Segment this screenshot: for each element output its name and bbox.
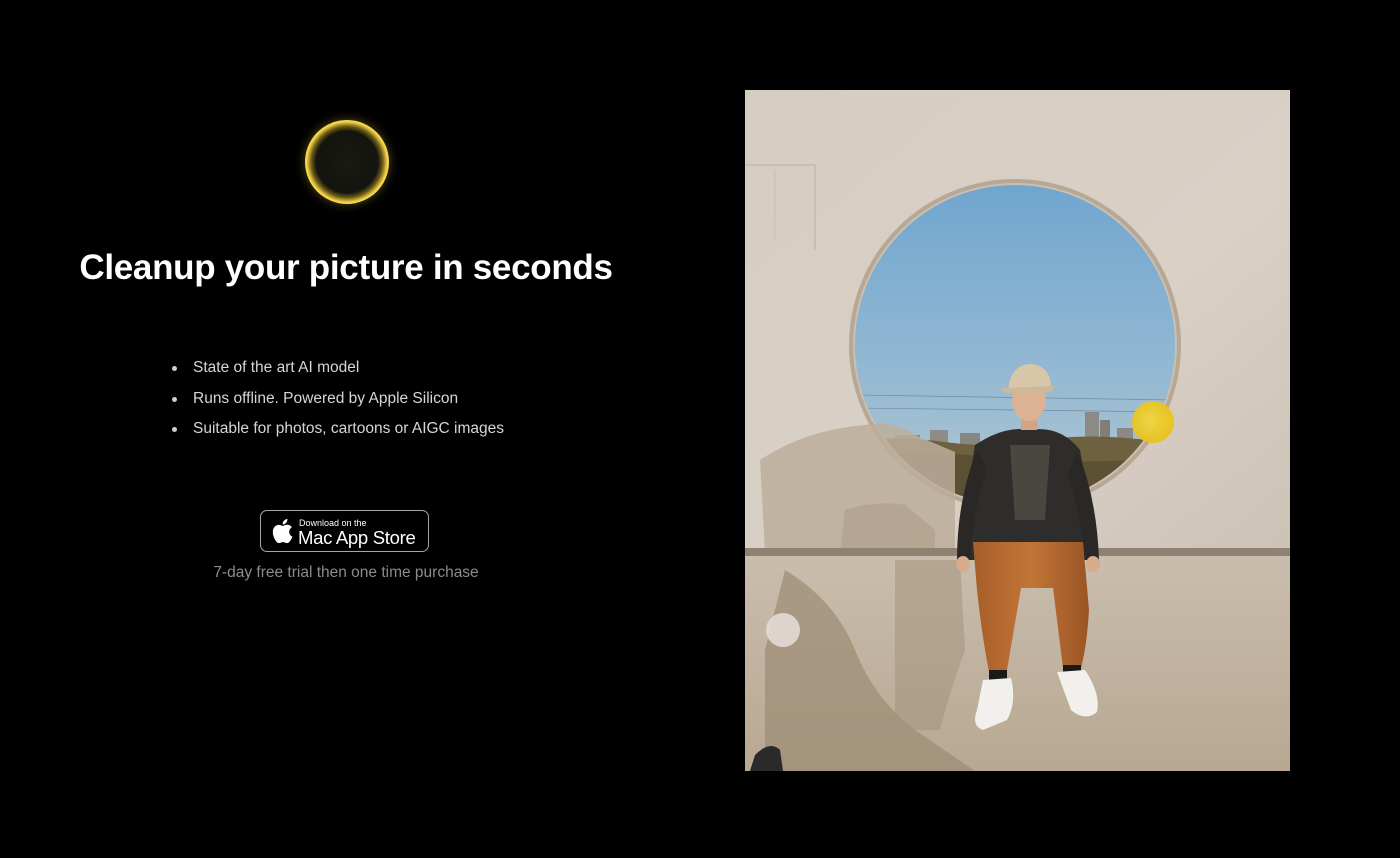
feature-item: Suitable for photos, cartoons or AIGC im… <box>170 416 504 447</box>
headline: Cleanup your picture in seconds <box>79 248 613 287</box>
bullet-icon <box>172 427 177 432</box>
feature-text: Suitable for photos, cartoons or AIGC im… <box>193 420 505 437</box>
cleanup-logo-icon <box>305 120 389 204</box>
apple-icon <box>272 519 293 544</box>
trial-note: 7-day free trial then one time purchase <box>213 564 479 581</box>
bullet-icon <box>172 366 177 371</box>
landing-page: Cleanup your picture in seconds State of… <box>0 0 1400 858</box>
demo-photo <box>745 90 1290 771</box>
feature-text: Runs offline. Powered by Apple Silicon <box>193 389 459 407</box>
feature-item: State of the art AI model <box>170 355 504 386</box>
badge-large-text: Mac App Store <box>298 527 416 548</box>
feature-list: State of the art AI model Runs offline. … <box>170 355 504 447</box>
feature-text: State of the art AI model <box>193 359 360 376</box>
bullet-icon <box>172 396 177 402</box>
feature-item: Runs offline. Powered by Apple Silicon <box>170 386 504 417</box>
demo-photo-illustration <box>745 90 1290 771</box>
mac-app-store-button[interactable]: Download on the Mac App Store <box>260 510 429 552</box>
